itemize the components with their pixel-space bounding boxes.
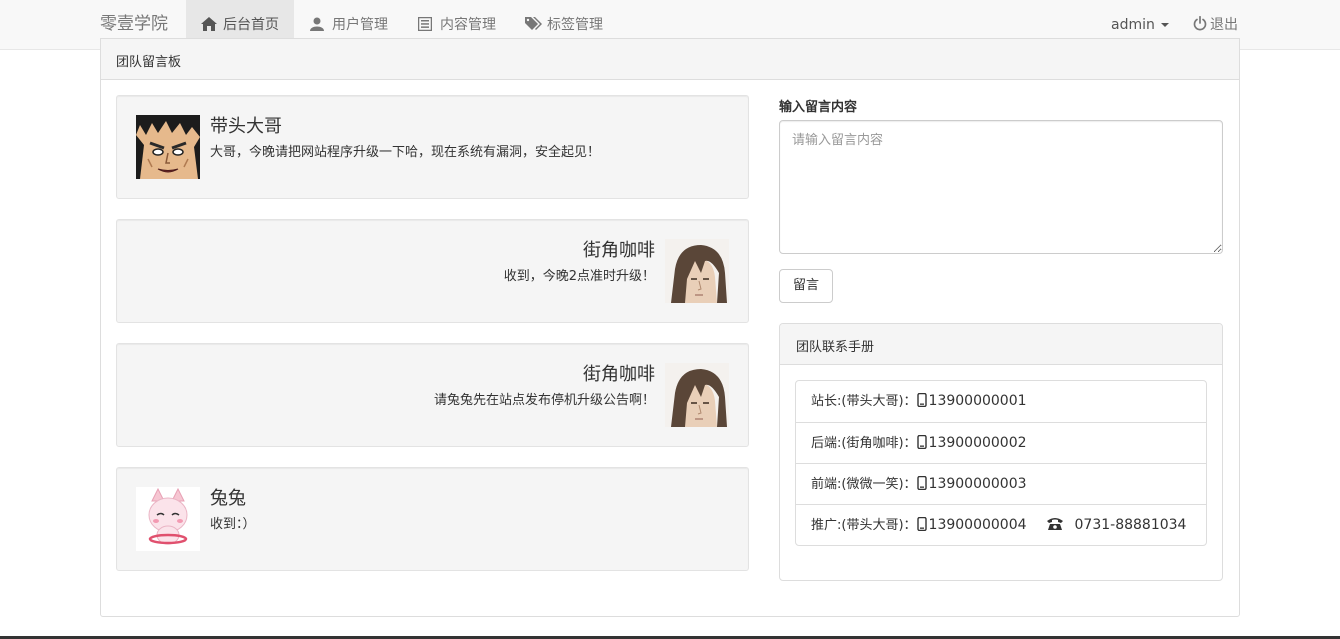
- squall-avatar: [665, 239, 729, 303]
- message-author: 带头大哥: [210, 116, 282, 137]
- contact-label: 前端:(微微一笑)：: [811, 477, 917, 492]
- user-icon: [310, 17, 326, 31]
- message-text: 收到：）: [210, 517, 256, 532]
- team-board-heading: 团队留言板: [101, 39, 1239, 80]
- telephone-icon: [1046, 517, 1063, 530]
- message-author: 兔兔: [210, 488, 246, 509]
- contact-label: 推广:(带头大哥)：: [811, 518, 917, 533]
- tags-icon: [525, 17, 542, 31]
- contact-phone: 13900000002: [928, 435, 1027, 451]
- submit-message-button[interactable]: 留言: [779, 269, 833, 303]
- contact-phone: 13900000003: [928, 476, 1027, 492]
- power-icon: [1193, 16, 1207, 31]
- message-author: 街角咖啡: [583, 364, 655, 385]
- user-dropdown-label: admin: [1111, 17, 1155, 33]
- contact-row: 后端:(街角咖啡)： 13900000002: [796, 422, 1206, 463]
- contact-label: 站长:(带头大哥)：: [811, 394, 917, 409]
- message-input[interactable]: [779, 120, 1223, 254]
- contacts-list: 站长:(带头大哥)： 13900000001 后端:(街角咖啡)： 13900000…: [795, 380, 1207, 546]
- contact-tel: 0731-88881034: [1074, 517, 1187, 533]
- caret-down-icon: [1160, 23, 1169, 27]
- message-item: 带头大哥 大哥，今晚请把网站程序升级一下哈，现在系统有漏洞，安全起见！: [116, 95, 749, 199]
- message-item: 兔兔 收到：）: [116, 467, 749, 571]
- contact-row: 前端:(微微一笑)： 13900000003: [796, 463, 1206, 504]
- nav-item-tags-label: 标签管理: [547, 17, 603, 33]
- home-icon: [201, 17, 217, 31]
- phone-icon: [916, 517, 927, 531]
- message-text: 收到，今晚2点准时升级！: [503, 269, 655, 284]
- team-board-title: 团队留言板: [116, 55, 182, 70]
- message-text: 请兔兔先在站点发布停机升级公告啊！: [433, 393, 655, 408]
- phone-icon: [916, 476, 927, 490]
- phone-icon: [916, 435, 927, 449]
- nav-item-users-label: 用户管理: [332, 17, 388, 33]
- contact-phone: 13900000004: [928, 517, 1027, 533]
- contact-row: 站长:(带头大哥)： 13900000001: [796, 381, 1206, 422]
- contact-phone: 13900000001: [928, 393, 1027, 409]
- message-author: 街角咖啡: [583, 240, 655, 261]
- logout-label: 退出: [1210, 17, 1238, 33]
- message-item: 街角咖啡 请兔兔先在站点发布停机升级公告啊！: [116, 343, 749, 447]
- message-input-label: 输入留言内容: [779, 100, 858, 115]
- message-text: 大哥，今晚请把网站程序升级一下哈，现在系统有漏洞，安全起见！: [210, 145, 601, 160]
- nav-item-home-label: 后台首页: [223, 17, 279, 33]
- squall-avatar: [665, 363, 729, 427]
- contact-row: 推广:(带头大哥)： 13900000004 0731-88881034: [796, 504, 1206, 545]
- nav-item-content-label: 内容管理: [440, 17, 496, 33]
- phone-icon: [916, 393, 927, 407]
- message-item: 街角咖啡 收到，今晚2点准时升级！: [116, 219, 749, 323]
- goku-avatar: [136, 115, 200, 179]
- contacts-title: 团队联系手册: [796, 340, 875, 355]
- contact-label: 后端:(街角咖啡)：: [811, 436, 917, 451]
- list-alt-icon: [418, 17, 434, 31]
- bunny-avatar: [136, 487, 200, 551]
- contacts-panel: 团队联系手册 站长:(带头大哥)： 13900000001 后端:(街角咖啡)： 1…: [779, 323, 1223, 581]
- contacts-heading: 团队联系手册: [780, 324, 1222, 365]
